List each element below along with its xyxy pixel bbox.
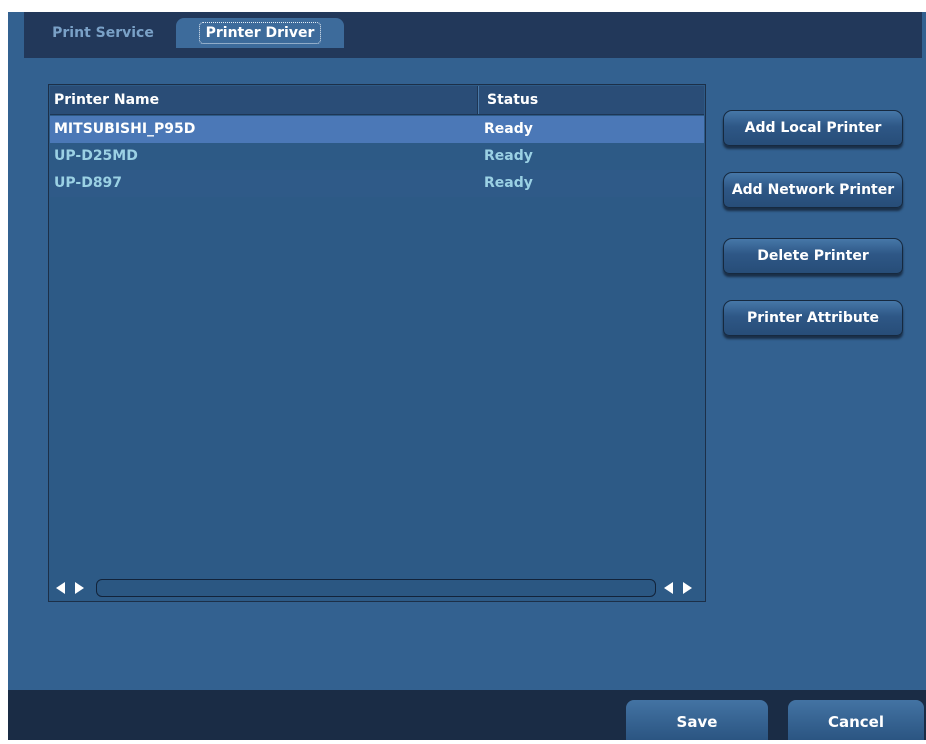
- tab-printer-driver-label: Printer Driver: [198, 22, 322, 44]
- cancel-button[interactable]: Cancel: [788, 700, 924, 740]
- scroll-right-arrow-icon[interactable]: [70, 579, 88, 597]
- table-row[interactable]: UP-D25MD Ready: [50, 143, 704, 170]
- printer-rows: MITSUBISHI_P95D Ready UP-D25MD Ready UP-…: [50, 116, 704, 197]
- scroll-arrows-left: [52, 579, 92, 597]
- tab-print-service-label: Print Service: [52, 25, 154, 41]
- printer-list-header: Printer Name Status: [50, 86, 704, 115]
- printer-name-cell: MITSUBISHI_P95D: [54, 121, 196, 137]
- scroll-right-arrow-icon[interactable]: [678, 579, 696, 597]
- scroll-left-arrow-icon[interactable]: [660, 579, 678, 597]
- table-row[interactable]: UP-D897 Ready: [50, 170, 704, 197]
- tab-printer-driver[interactable]: Printer Driver: [176, 18, 344, 48]
- scroll-arrows-right: [660, 579, 700, 597]
- add-network-printer-button[interactable]: Add Network Printer: [723, 172, 903, 208]
- printer-status-cell: Ready: [484, 148, 533, 164]
- printer-status-cell: Ready: [484, 175, 533, 191]
- tab-strip: Print Service Printer Driver: [24, 12, 922, 58]
- printer-list[interactable]: Printer Name Status MITSUBISHI_P95D Read…: [48, 84, 706, 602]
- printer-status-cell: Ready: [484, 121, 533, 137]
- horizontal-scrollbar[interactable]: [50, 577, 704, 599]
- printer-name-cell: UP-D897: [54, 175, 123, 191]
- save-button[interactable]: Save: [626, 700, 768, 740]
- scrollbar-track[interactable]: [96, 579, 656, 597]
- scroll-left-arrow-icon[interactable]: [52, 579, 70, 597]
- printer-name-cell: UP-D25MD: [54, 148, 138, 164]
- table-row[interactable]: MITSUBISHI_P95D Ready: [50, 116, 704, 143]
- tab-print-service[interactable]: Print Service: [34, 18, 172, 48]
- printer-attribute-button[interactable]: Printer Attribute: [723, 300, 903, 336]
- column-header-status[interactable]: Status: [478, 86, 704, 114]
- add-local-printer-button[interactable]: Add Local Printer: [723, 110, 903, 146]
- column-header-printer-name[interactable]: Printer Name: [50, 86, 478, 114]
- delete-printer-button[interactable]: Delete Printer: [723, 238, 903, 274]
